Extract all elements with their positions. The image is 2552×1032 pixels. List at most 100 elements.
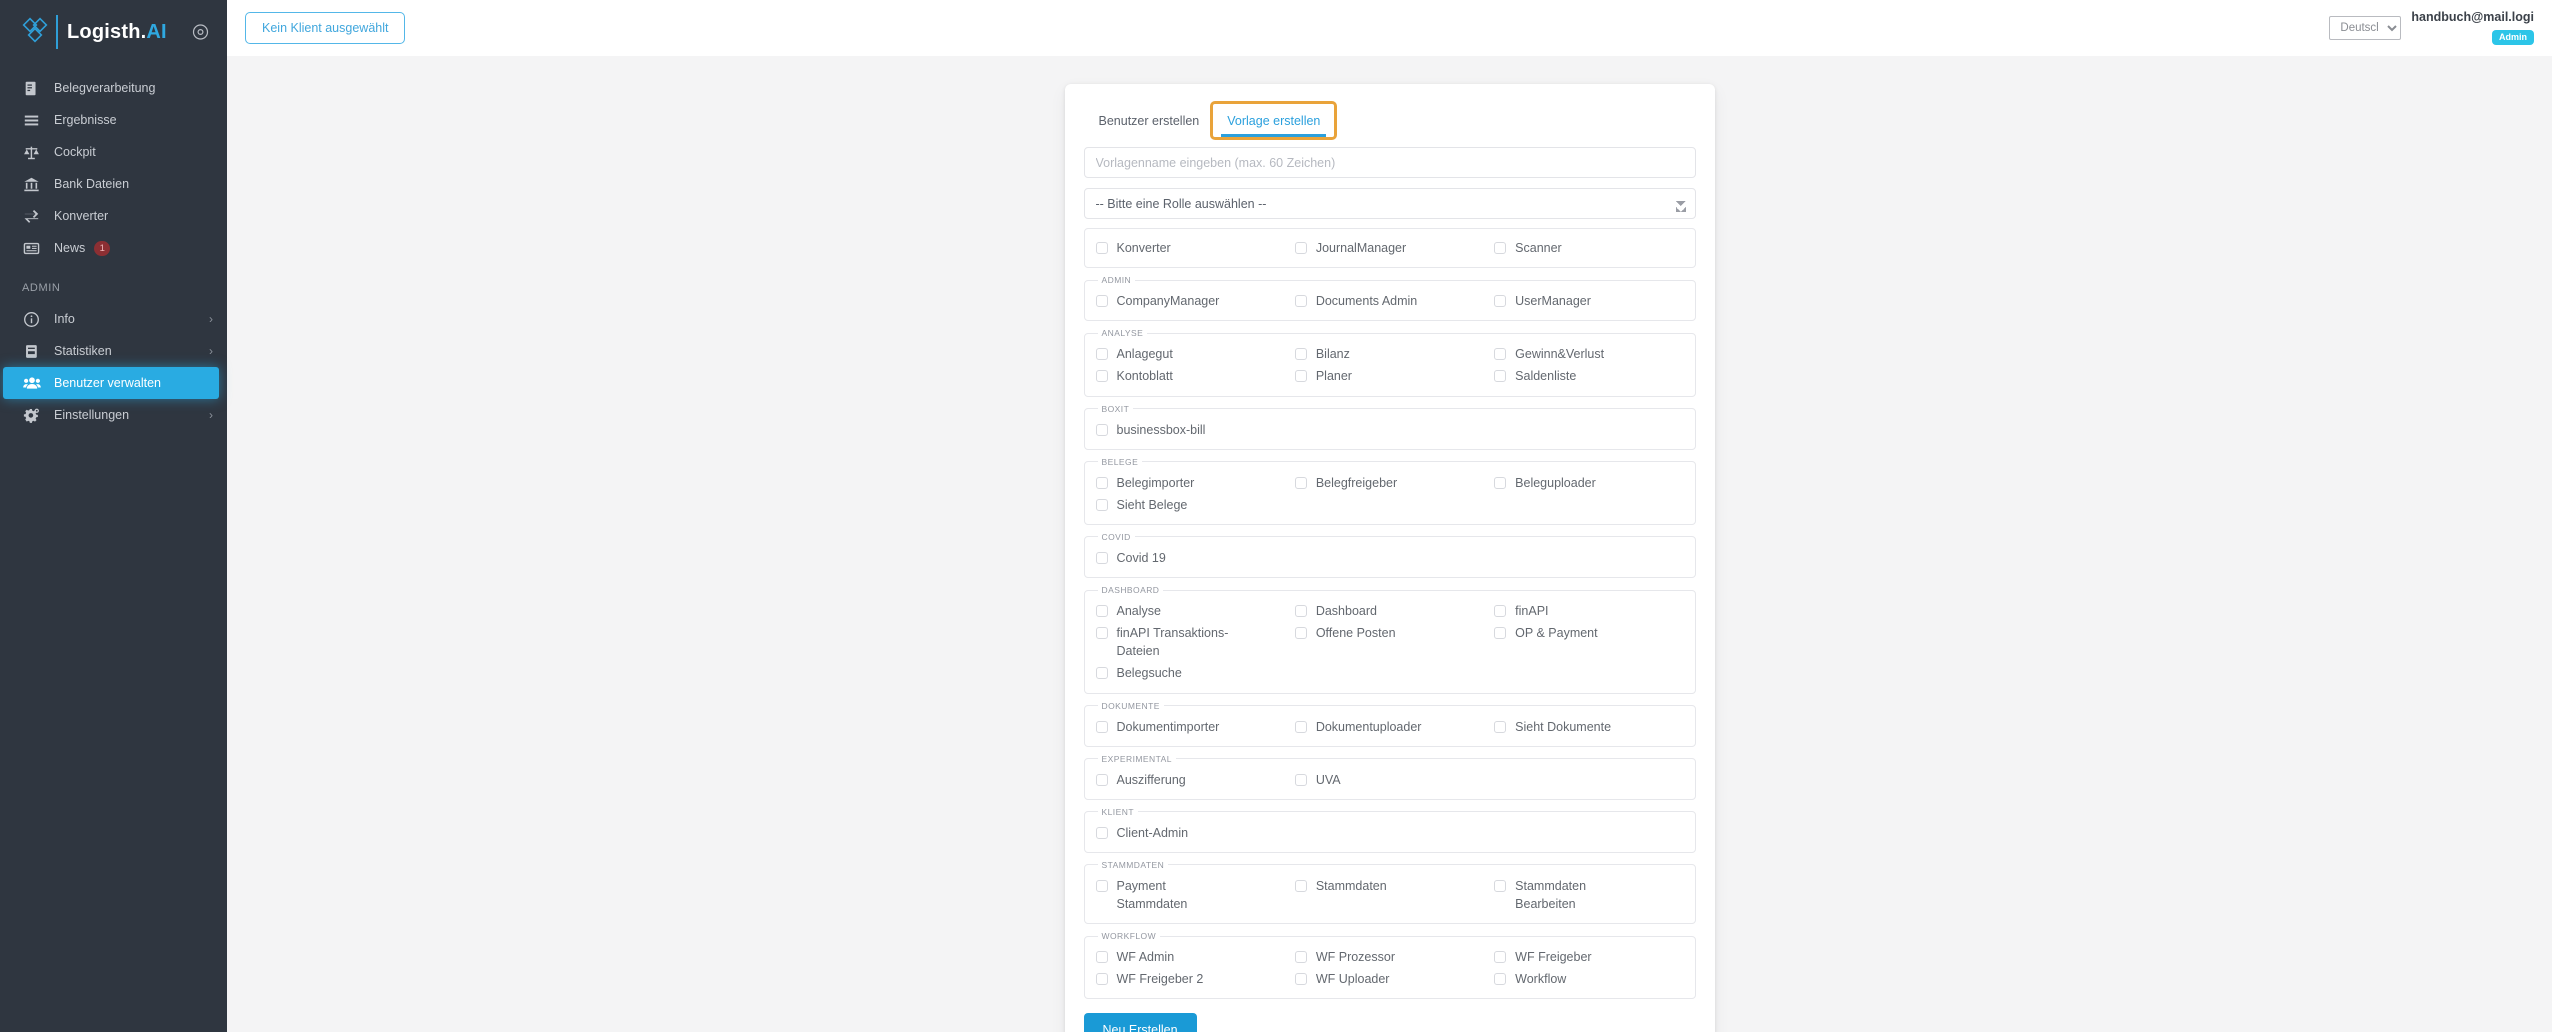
- checkbox-box-icon[interactable]: [1294, 973, 1307, 986]
- checkbox-box-icon[interactable]: [1095, 370, 1108, 383]
- checkbox-box-icon[interactable]: [1095, 476, 1108, 489]
- permission-checkbox-uva[interactable]: UVA: [1294, 770, 1485, 790]
- checkbox-box-icon[interactable]: [1095, 423, 1108, 436]
- permission-checkbox-stammdaten[interactable]: Stammdaten: [1294, 876, 1485, 896]
- permission-checkbox-belegfreigeber[interactable]: Belegfreigeber: [1294, 473, 1485, 493]
- permission-checkbox-saldenliste[interactable]: Saldenliste: [1493, 366, 1684, 386]
- checkbox-box-icon[interactable]: [1494, 720, 1507, 733]
- language-select[interactable]: Deutsch: [2329, 16, 2402, 40]
- checkbox-box-icon[interactable]: [1294, 295, 1307, 308]
- checkbox-box-icon[interactable]: [1294, 476, 1307, 489]
- checkbox-box-icon[interactable]: [1494, 242, 1507, 254]
- permission-checkbox-scanner[interactable]: Scanner: [1493, 238, 1684, 258]
- role-select[interactable]: -- Bitte eine Rolle auswählen --: [1083, 188, 1696, 219]
- checkbox-box-icon[interactable]: [1494, 879, 1507, 892]
- permission-checkbox-sieht-dokumente[interactable]: Sieht Dokumente: [1493, 717, 1684, 737]
- permission-checkbox-documents-admin[interactable]: Documents Admin: [1294, 291, 1485, 311]
- sidebar-item-bank-dateien[interactable]: Bank Dateien: [0, 168, 227, 200]
- checkbox-box-icon[interactable]: [1095, 551, 1108, 564]
- permission-checkbox-belegsuche[interactable]: Belegsuche: [1095, 663, 1286, 683]
- settings-ring-icon[interactable]: [192, 24, 209, 41]
- checkbox-box-icon[interactable]: [1494, 627, 1507, 640]
- checkbox-box-icon[interactable]: [1095, 348, 1108, 361]
- sidebar-item-benutzer-verwalten[interactable]: Benutzer verwalten: [3, 367, 219, 399]
- permission-checkbox-dashboard[interactable]: Dashboard: [1294, 601, 1485, 621]
- permission-checkbox-wf-admin[interactable]: WF Admin: [1095, 947, 1286, 967]
- permission-checkbox-companymanager[interactable]: CompanyManager: [1095, 291, 1286, 311]
- checkbox-box-icon[interactable]: [1294, 627, 1307, 640]
- permission-checkbox-wf-uploader[interactable]: WF Uploader: [1294, 969, 1485, 989]
- checkbox-box-icon[interactable]: [1494, 370, 1507, 383]
- permission-checkbox-op-payment[interactable]: OP & Payment: [1493, 623, 1684, 643]
- permission-checkbox-stammdaten-bearbeiten[interactable]: Stammdaten Bearbeiten: [1493, 876, 1684, 914]
- permission-checkbox-konverter[interactable]: Konverter: [1095, 238, 1286, 258]
- sidebar-item-ergebnisse[interactable]: Ergebnisse: [0, 104, 227, 136]
- client-selector-button[interactable]: Kein Klient ausgewählt: [245, 12, 406, 44]
- checkbox-box-icon[interactable]: [1294, 242, 1307, 254]
- checkbox-box-icon[interactable]: [1294, 605, 1307, 617]
- template-name-input[interactable]: [1083, 147, 1696, 178]
- permission-checkbox-dokumentimporter[interactable]: Dokumentimporter: [1095, 717, 1286, 737]
- permission-checkbox-workflow[interactable]: Workflow: [1493, 969, 1684, 989]
- sidebar-item-konverter[interactable]: Konverter: [0, 200, 227, 232]
- permission-checkbox-wf-freigeber-2[interactable]: WF Freigeber 2: [1095, 969, 1286, 989]
- permission-checkbox-beleguploader[interactable]: Beleguploader: [1493, 473, 1684, 493]
- checkbox-box-icon[interactable]: [1294, 370, 1307, 383]
- permission-checkbox-offene-posten[interactable]: Offene Posten: [1294, 623, 1485, 643]
- permission-checkbox-bilanz[interactable]: Bilanz: [1294, 344, 1485, 364]
- create-new-button[interactable]: Neu Erstellen: [1083, 1013, 1197, 1032]
- permission-group-legend: COVID: [1101, 531, 1131, 542]
- checkbox-box-icon[interactable]: [1294, 720, 1307, 733]
- permission-checkbox-sieht-belege[interactable]: Sieht Belege: [1095, 495, 1286, 515]
- checkbox-box-icon[interactable]: [1294, 773, 1307, 786]
- permission-checkbox-finapi[interactable]: finAPI: [1493, 601, 1684, 621]
- checkbox-box-icon[interactable]: [1095, 242, 1108, 254]
- permission-checkbox-journalmanager[interactable]: JournalManager: [1294, 238, 1485, 258]
- tab-benutzer-erstellen[interactable]: Benutzer erstellen: [1085, 104, 1214, 137]
- permission-checkbox-usermanager[interactable]: UserManager: [1493, 291, 1684, 311]
- checkbox-box-icon[interactable]: [1095, 773, 1108, 786]
- permission-checkbox-planer[interactable]: Planer: [1294, 366, 1485, 386]
- permission-checkbox-businessbox-bill[interactable]: businessbox-bill: [1095, 420, 1286, 440]
- checkbox-box-icon[interactable]: [1095, 295, 1108, 308]
- checkbox-box-icon[interactable]: [1294, 951, 1307, 964]
- permission-checkbox-payment-stammdaten[interactable]: Payment Stammdaten: [1095, 876, 1286, 914]
- permission-checkbox-finapi-transaktions-dateien[interactable]: finAPI Transaktions-Dateien: [1095, 623, 1286, 661]
- checkbox-box-icon[interactable]: [1095, 627, 1108, 640]
- permission-checkbox-wf-prozessor[interactable]: WF Prozessor: [1294, 947, 1485, 967]
- sidebar-item-belegverarbeitung[interactable]: Belegverarbeitung: [0, 72, 227, 104]
- permission-checkbox-label: OP & Payment: [1515, 626, 1598, 641]
- permission-checkbox-wf-freigeber[interactable]: WF Freigeber: [1493, 947, 1684, 967]
- permission-checkbox-analyse[interactable]: Analyse: [1095, 601, 1286, 621]
- permission-checkbox-kontoblatt[interactable]: Kontoblatt: [1095, 366, 1286, 386]
- permission-checkbox-belegimporter[interactable]: Belegimporter: [1095, 473, 1286, 493]
- checkbox-box-icon[interactable]: [1494, 605, 1507, 617]
- checkbox-box-icon[interactable]: [1294, 348, 1307, 361]
- checkbox-box-icon[interactable]: [1095, 667, 1108, 680]
- permission-checkbox-client-admin[interactable]: Client-Admin: [1095, 823, 1286, 843]
- checkbox-box-icon[interactable]: [1095, 951, 1108, 964]
- checkbox-box-icon[interactable]: [1294, 879, 1307, 892]
- checkbox-box-icon[interactable]: [1494, 476, 1507, 489]
- checkbox-box-icon[interactable]: [1095, 498, 1108, 511]
- tab-vorlage-erstellen[interactable]: Vorlage erstellen: [1210, 101, 1338, 140]
- sidebar-item-cockpit[interactable]: Cockpit: [0, 136, 227, 168]
- checkbox-box-icon[interactable]: [1095, 720, 1108, 733]
- permission-checkbox-gewinn-verlust[interactable]: Gewinn&Verlust: [1493, 344, 1684, 364]
- sidebar-item-einstellungen[interactable]: Einstellungen ›: [0, 399, 227, 431]
- permission-checkbox-auszifferung[interactable]: Auszifferung: [1095, 770, 1286, 790]
- checkbox-box-icon[interactable]: [1494, 951, 1507, 964]
- checkbox-box-icon[interactable]: [1095, 973, 1108, 986]
- checkbox-box-icon[interactable]: [1095, 879, 1108, 892]
- sidebar-item-statistiken[interactable]: Statistiken ›: [0, 335, 227, 367]
- permission-checkbox-covid-19[interactable]: Covid 19: [1095, 548, 1286, 568]
- checkbox-box-icon[interactable]: [1494, 348, 1507, 361]
- permission-checkbox-dokumentuploader[interactable]: Dokumentuploader: [1294, 717, 1485, 737]
- permission-checkbox-anlagegut[interactable]: Anlagegut: [1095, 344, 1286, 364]
- checkbox-box-icon[interactable]: [1095, 605, 1108, 617]
- checkbox-box-icon[interactable]: [1494, 295, 1507, 308]
- checkbox-box-icon[interactable]: [1095, 826, 1108, 839]
- sidebar-item-news[interactable]: News 1: [0, 232, 227, 264]
- checkbox-box-icon[interactable]: [1494, 973, 1507, 986]
- sidebar-item-info[interactable]: Info ›: [0, 303, 227, 335]
